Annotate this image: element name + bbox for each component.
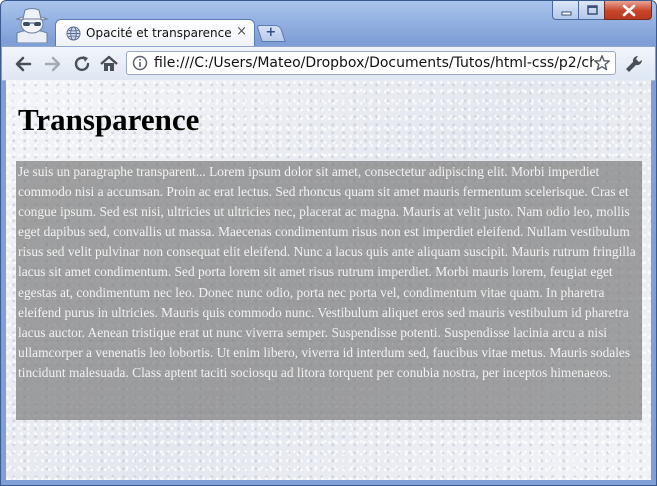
incognito-icon <box>15 8 49 43</box>
star-icon[interactable] <box>593 54 611 72</box>
tab-strip: Opacité et transparence × + <box>1 1 656 47</box>
address-bar[interactable]: file:///C:/Users/Mateo/Dropbox/Documents… <box>126 51 616 75</box>
transparent-paragraph: Je suis un paragraphe transparent... Lor… <box>16 161 642 420</box>
back-arrow-icon[interactable] <box>12 53 34 75</box>
new-tab-label: + <box>265 25 277 40</box>
wrench-icon[interactable] <box>623 53 645 75</box>
tab-title: Opacité et transparence <box>86 26 232 40</box>
browser-window: Opacité et transparence × + file:///C:/U… <box>0 0 657 486</box>
page-icon <box>132 55 148 71</box>
minimize-button[interactable] <box>552 1 579 20</box>
close-window-button[interactable] <box>604 1 652 20</box>
forward-arrow-icon[interactable] <box>42 53 64 75</box>
tab-close-button[interactable]: × <box>236 24 247 39</box>
maximize-icon <box>587 5 598 15</box>
minimize-icon <box>561 11 572 16</box>
maximize-button[interactable] <box>578 1 605 20</box>
page-content: Transparence Je suis un paragraphe trans… <box>6 80 651 480</box>
close-icon <box>622 4 636 17</box>
url-text[interactable]: file:///C:/Users/Mateo/Dropbox/Documents… <box>154 55 594 71</box>
globe-icon <box>66 26 81 41</box>
new-tab-button[interactable]: + <box>256 25 286 42</box>
home-icon[interactable] <box>98 53 120 75</box>
toolbar: file:///C:/Users/Mateo/Dropbox/Documents… <box>2 46 655 81</box>
page-title: Transparence <box>18 102 200 137</box>
reload-icon[interactable] <box>71 53 93 75</box>
tab-active[interactable]: Opacité et transparence × <box>55 19 255 47</box>
